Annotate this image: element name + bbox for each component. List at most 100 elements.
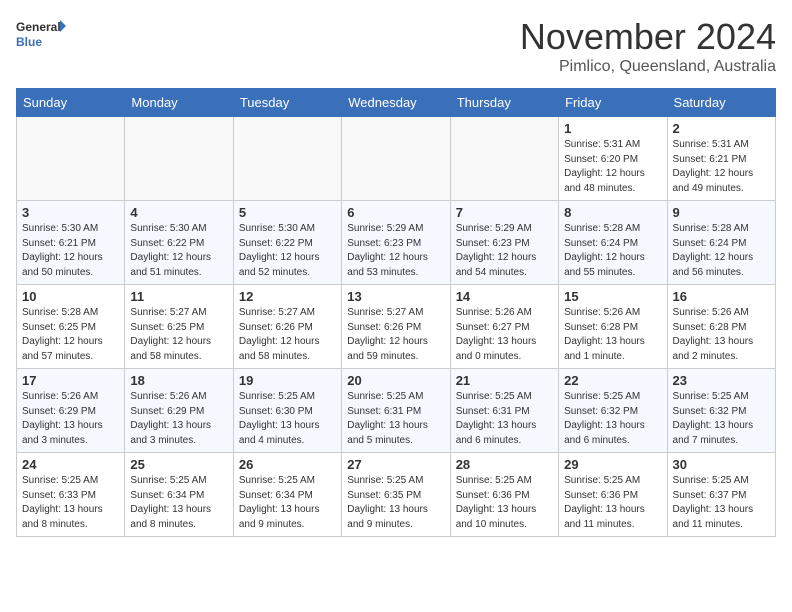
- day-number: 4: [130, 205, 227, 220]
- table-row: 4 Sunrise: 5:30 AM Sunset: 6:22 PM Daylig…: [125, 201, 233, 285]
- day-number: 7: [456, 205, 553, 220]
- table-row: 19Sunrise: 5:25 AM Sunset: 6:30 PM Dayli…: [233, 369, 341, 453]
- day-number: 16: [673, 289, 770, 304]
- calendar-header-row: Sunday Monday Tuesday Wednesday Thursday…: [17, 89, 776, 117]
- day-number: 13: [347, 289, 444, 304]
- calendar-week-row: 1 Sunrise: 5:31 AM Sunset: 6:20 PM Daylig…: [17, 117, 776, 201]
- day-number: 18: [130, 373, 227, 388]
- day-info: Sunrise: 5:30 AM Sunset: 6:22 PM Dayligh…: [239, 222, 336, 280]
- day-number: 6: [347, 205, 444, 220]
- logo-svg: General Blue: [16, 16, 66, 52]
- table-row: [450, 117, 558, 201]
- table-row: 25 Sunrise: 5:25 AM Sunset: 6:34 PM Dayli…: [125, 453, 233, 537]
- table-row: 15Sunrise: 5:26 AM Sunset: 6:28 PM Dayli…: [559, 285, 667, 369]
- day-info: Sunrise: 5:27 AM Sunset: 6:26 PM Dayligh…: [239, 306, 336, 364]
- calendar-week-row: 17 Sunrise: 5:26 AM Sunset: 6:29 PM Dayli…: [17, 369, 776, 453]
- day-info: Sunrise: 5:30 AM Sunset: 6:22 PM Dayligh…: [130, 222, 227, 280]
- day-info: Sunrise: 5:25 AM Sunset: 6:34 PM Dayligh…: [239, 474, 336, 532]
- day-info: Sunrise: 5:27 AM Sunset: 6:25 PM Dayligh…: [130, 306, 227, 364]
- table-row: 1 Sunrise: 5:31 AM Sunset: 6:20 PM Daylig…: [559, 117, 667, 201]
- table-row: 11Sunrise: 5:27 AM Sunset: 6:25 PM Dayli…: [125, 285, 233, 369]
- table-row: 21 Sunrise: 5:25 AM Sunset: 6:31 PM Dayli…: [450, 369, 558, 453]
- day-info: Sunrise: 5:26 AM Sunset: 6:28 PM Dayligh…: [564, 306, 661, 364]
- day-number: 10: [22, 289, 119, 304]
- day-number: 3: [22, 205, 119, 220]
- header-saturday: Saturday: [667, 89, 775, 117]
- table-row: 28Sunrise: 5:25 AM Sunset: 6:36 PM Dayli…: [450, 453, 558, 537]
- table-row: 13 Sunrise: 5:27 AM Sunset: 6:26 PM Dayli…: [342, 285, 450, 369]
- month-title: November 2024: [520, 16, 776, 58]
- day-info: Sunrise: 5:31 AM Sunset: 6:20 PM Dayligh…: [564, 138, 661, 196]
- logo: General Blue: [16, 16, 66, 52]
- svg-text:General: General: [16, 20, 61, 34]
- table-row: [125, 117, 233, 201]
- day-info: Sunrise: 5:25 AM Sunset: 6:33 PM Dayligh…: [22, 474, 119, 532]
- day-info: Sunrise: 5:25 AM Sunset: 6:32 PM Dayligh…: [564, 390, 661, 448]
- location-title: Pimlico, Queensland, Australia: [520, 58, 776, 76]
- day-info: Sunrise: 5:27 AM Sunset: 6:26 PM Dayligh…: [347, 306, 444, 364]
- table-row: 16 Sunrise: 5:26 AM Sunset: 6:28 PM Dayli…: [667, 285, 775, 369]
- day-info: Sunrise: 5:29 AM Sunset: 6:23 PM Dayligh…: [456, 222, 553, 280]
- table-row: 12 Sunrise: 5:27 AM Sunset: 6:26 PM Dayli…: [233, 285, 341, 369]
- table-row: 18 Sunrise: 5:26 AM Sunset: 6:29 PM Dayli…: [125, 369, 233, 453]
- day-number: 12: [239, 289, 336, 304]
- svg-text:Blue: Blue: [16, 35, 42, 49]
- table-row: 30 Sunrise: 5:25 AM Sunset: 6:37 PM Dayli…: [667, 453, 775, 537]
- day-info: Sunrise: 5:26 AM Sunset: 6:29 PM Dayligh…: [22, 390, 119, 448]
- calendar-table: Sunday Monday Tuesday Wednesday Thursday…: [16, 88, 776, 537]
- table-row: 17 Sunrise: 5:26 AM Sunset: 6:29 PM Dayli…: [17, 369, 125, 453]
- day-number: 26: [239, 457, 336, 472]
- day-number: 19: [239, 373, 336, 388]
- day-info: Sunrise: 5:26 AM Sunset: 6:27 PM Dayligh…: [456, 306, 553, 364]
- header-wednesday: Wednesday: [342, 89, 450, 117]
- day-number: 27: [347, 457, 444, 472]
- table-row: [233, 117, 341, 201]
- table-row: 6 Sunrise: 5:29 AM Sunset: 6:23 PM Daylig…: [342, 201, 450, 285]
- table-row: 9Sunrise: 5:28 AM Sunset: 6:24 PM Daylig…: [667, 201, 775, 285]
- header: General Blue November 2024 Pimlico, Quee…: [16, 16, 776, 76]
- day-info: Sunrise: 5:25 AM Sunset: 6:34 PM Dayligh…: [130, 474, 227, 532]
- calendar-week-row: 3 Sunrise: 5:30 AM Sunset: 6:21 PM Daylig…: [17, 201, 776, 285]
- table-row: 29Sunrise: 5:25 AM Sunset: 6:36 PM Dayli…: [559, 453, 667, 537]
- day-number: 2: [673, 121, 770, 136]
- table-row: 20Sunrise: 5:25 AM Sunset: 6:31 PM Dayli…: [342, 369, 450, 453]
- title-area: November 2024 Pimlico, Queensland, Austr…: [520, 16, 776, 76]
- day-number: 1: [564, 121, 661, 136]
- table-row: 26 Sunrise: 5:25 AM Sunset: 6:34 PM Dayli…: [233, 453, 341, 537]
- table-row: 23Sunrise: 5:25 AM Sunset: 6:32 PM Dayli…: [667, 369, 775, 453]
- day-number: 8: [564, 205, 661, 220]
- table-row: 10 Sunrise: 5:28 AM Sunset: 6:25 PM Dayli…: [17, 285, 125, 369]
- table-row: 3 Sunrise: 5:30 AM Sunset: 6:21 PM Daylig…: [17, 201, 125, 285]
- table-row: 22 Sunrise: 5:25 AM Sunset: 6:32 PM Dayli…: [559, 369, 667, 453]
- day-info: Sunrise: 5:25 AM Sunset: 6:32 PM Dayligh…: [673, 390, 770, 448]
- day-info: Sunrise: 5:30 AM Sunset: 6:21 PM Dayligh…: [22, 222, 119, 280]
- table-row: 7 Sunrise: 5:29 AM Sunset: 6:23 PM Daylig…: [450, 201, 558, 285]
- table-row: [17, 117, 125, 201]
- day-info: Sunrise: 5:26 AM Sunset: 6:29 PM Dayligh…: [130, 390, 227, 448]
- table-row: 24 Sunrise: 5:25 AM Sunset: 6:33 PM Dayli…: [17, 453, 125, 537]
- day-number: 24: [22, 457, 119, 472]
- day-info: Sunrise: 5:25 AM Sunset: 6:31 PM Dayligh…: [456, 390, 553, 448]
- day-number: 14: [456, 289, 553, 304]
- day-info: Sunrise: 5:25 AM Sunset: 6:36 PM Dayligh…: [564, 474, 661, 532]
- day-number: 5: [239, 205, 336, 220]
- calendar-week-row: 10 Sunrise: 5:28 AM Sunset: 6:25 PM Dayli…: [17, 285, 776, 369]
- header-tuesday: Tuesday: [233, 89, 341, 117]
- day-info: Sunrise: 5:26 AM Sunset: 6:28 PM Dayligh…: [673, 306, 770, 364]
- day-info: Sunrise: 5:25 AM Sunset: 6:35 PM Dayligh…: [347, 474, 444, 532]
- day-info: Sunrise: 5:28 AM Sunset: 6:24 PM Dayligh…: [564, 222, 661, 280]
- day-info: Sunrise: 5:25 AM Sunset: 6:31 PM Dayligh…: [347, 390, 444, 448]
- calendar-week-row: 24 Sunrise: 5:25 AM Sunset: 6:33 PM Dayli…: [17, 453, 776, 537]
- day-info: Sunrise: 5:29 AM Sunset: 6:23 PM Dayligh…: [347, 222, 444, 280]
- table-row: 5 Sunrise: 5:30 AM Sunset: 6:22 PM Daylig…: [233, 201, 341, 285]
- day-info: Sunrise: 5:25 AM Sunset: 6:37 PM Dayligh…: [673, 474, 770, 532]
- day-number: 17: [22, 373, 119, 388]
- day-info: Sunrise: 5:28 AM Sunset: 6:25 PM Dayligh…: [22, 306, 119, 364]
- day-number: 30: [673, 457, 770, 472]
- header-friday: Friday: [559, 89, 667, 117]
- day-number: 21: [456, 373, 553, 388]
- day-number: 22: [564, 373, 661, 388]
- table-row: [342, 117, 450, 201]
- day-number: 25: [130, 457, 227, 472]
- table-row: 2Sunrise: 5:31 AM Sunset: 6:21 PM Daylig…: [667, 117, 775, 201]
